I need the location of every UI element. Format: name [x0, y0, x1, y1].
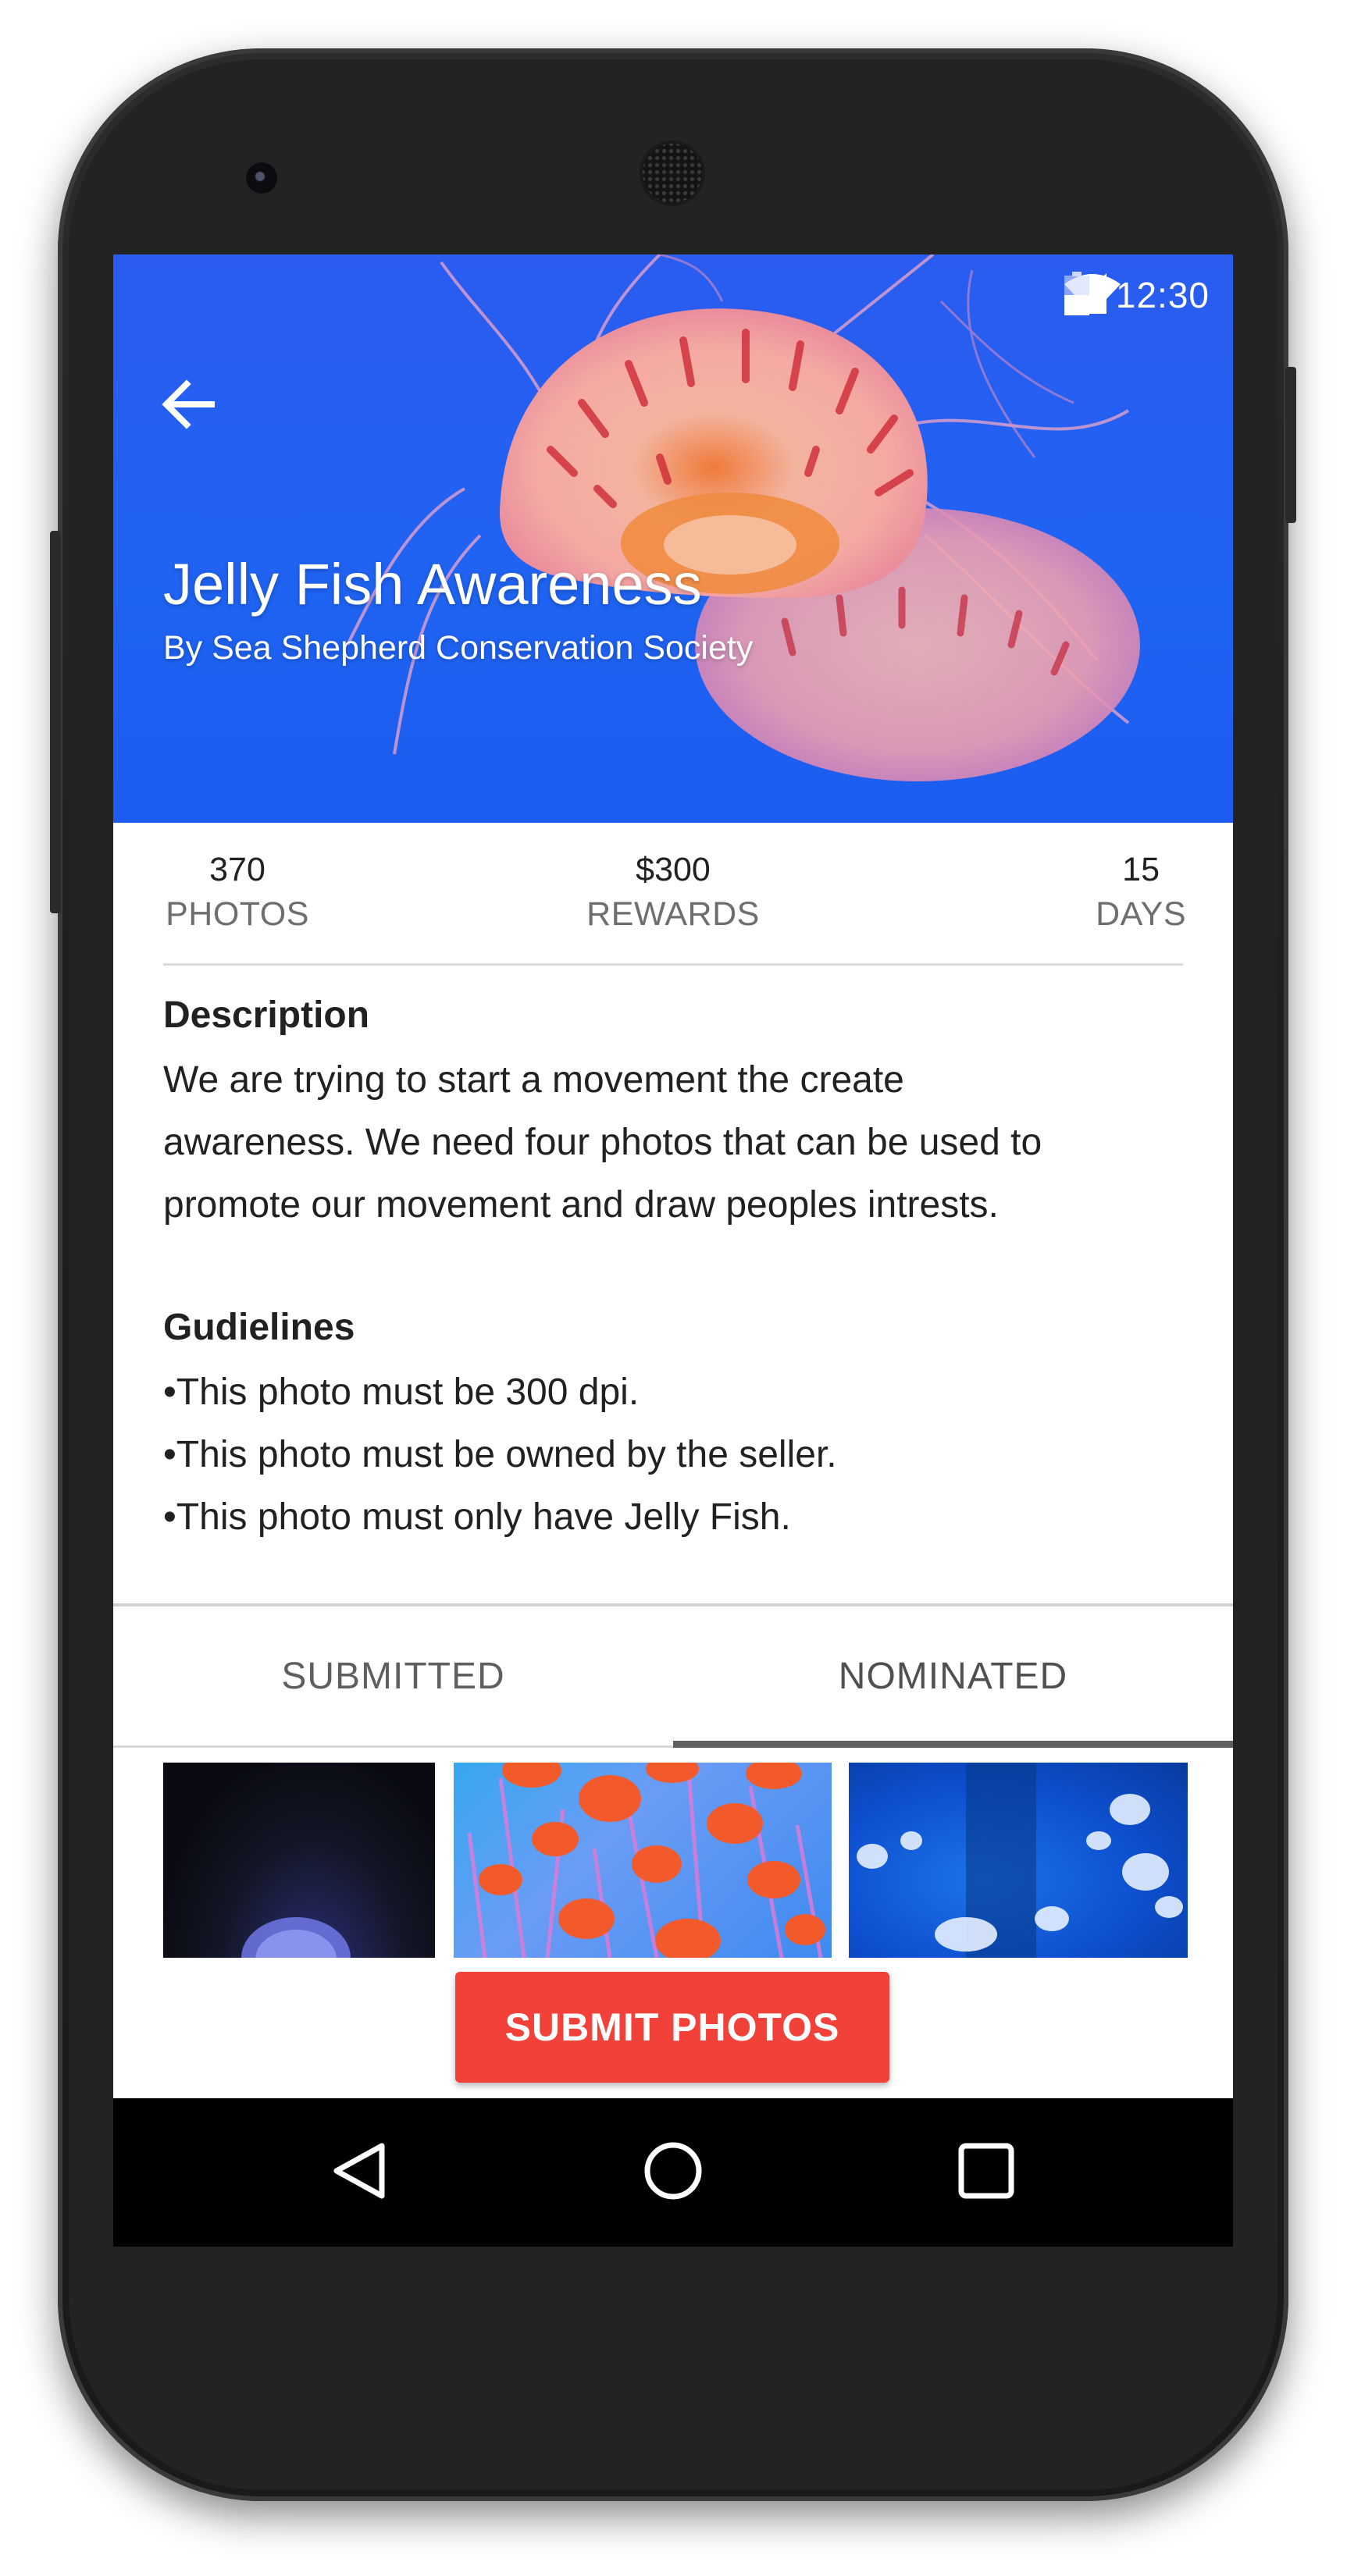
- stat-rewards: $300 REWARDS: [582, 823, 764, 934]
- nav-recents-icon: [955, 2140, 1017, 2206]
- nav-back-button[interactable]: [321, 2133, 399, 2211]
- stat-photos: 370 PHOTOS: [163, 823, 312, 934]
- volume-button: [50, 531, 61, 913]
- jellyfish-dark-photo[interactable]: [163, 1763, 435, 1958]
- status-bar: 12:30: [1064, 272, 1210, 318]
- guideline-item: •This photo must be 300 dpi.: [163, 1372, 640, 1413]
- stat-value: $300: [636, 851, 711, 888]
- back-button[interactable]: [160, 379, 238, 457]
- stats-divider: [163, 963, 1183, 966]
- stat-days: 15 DAYS: [1077, 823, 1186, 934]
- stats-row: 370 PHOTOS $300 REWARDS 15 DAYS: [113, 823, 1233, 962]
- jellyfish-swarm-photo[interactable]: [454, 1763, 832, 1958]
- jellyfish-blue-photo[interactable]: [849, 1763, 1188, 1958]
- tab-submitted[interactable]: SUBMITTED: [113, 1606, 673, 1745]
- front-camera: [246, 162, 277, 194]
- description-text: We are trying to start a movement the cr…: [163, 1049, 1194, 1236]
- guideline-item: •This photo must be owned by the seller.: [163, 1434, 837, 1475]
- description-line: awareness. We need four photos that can …: [163, 1122, 1042, 1163]
- stat-value: 370: [209, 851, 265, 888]
- nav-home-button[interactable]: [634, 2133, 712, 2211]
- description-line: promote our movement and draw peoples in…: [163, 1184, 999, 1226]
- stat-label: DAYS: [1096, 895, 1186, 933]
- system-nav-bar: [113, 2098, 1233, 2247]
- submit-photos-button[interactable]: SUBMIT PHOTOS: [455, 1972, 889, 2083]
- description-heading: Description: [163, 994, 370, 1036]
- photo-tabs: SUBMITTED NOMINATED: [113, 1606, 1233, 1745]
- stat-value: 15: [1122, 851, 1160, 888]
- stat-label: PHOTOS: [166, 895, 309, 933]
- guidelines-heading: Gudielines: [163, 1307, 355, 1348]
- app-screen: 12:30 Jelly Fish Awareness By Sea Shephe…: [113, 254, 1233, 2247]
- nav-home-icon: [642, 2140, 704, 2206]
- nav-recents-button[interactable]: [947, 2133, 1025, 2211]
- selected-tab-indicator: [673, 1741, 1233, 1748]
- status-time: 12:30: [1115, 275, 1210, 315]
- guidelines-list: •This photo must be 300 dpi. •This photo…: [163, 1361, 1194, 1549]
- description-line: We are trying to start a movement the cr…: [163, 1059, 904, 1101]
- jellyfish-hero-image: [346, 254, 1140, 781]
- guideline-item: •This photo must only have Jelly Fish.: [163, 1496, 791, 1538]
- campaign-header: 12:30 Jelly Fish Awareness By Sea Shephe…: [113, 254, 1233, 823]
- tab-nominated[interactable]: NOMINATED: [673, 1606, 1233, 1745]
- stat-label: REWARDS: [586, 895, 760, 933]
- earpiece-speaker: [640, 141, 705, 206]
- campaign-title: Jelly Fish Awareness: [163, 552, 702, 617]
- nav-back-icon: [329, 2140, 391, 2206]
- campaign-organizer: By Sea Shepherd Conservation Society: [163, 629, 754, 667]
- power-button: [1285, 367, 1296, 523]
